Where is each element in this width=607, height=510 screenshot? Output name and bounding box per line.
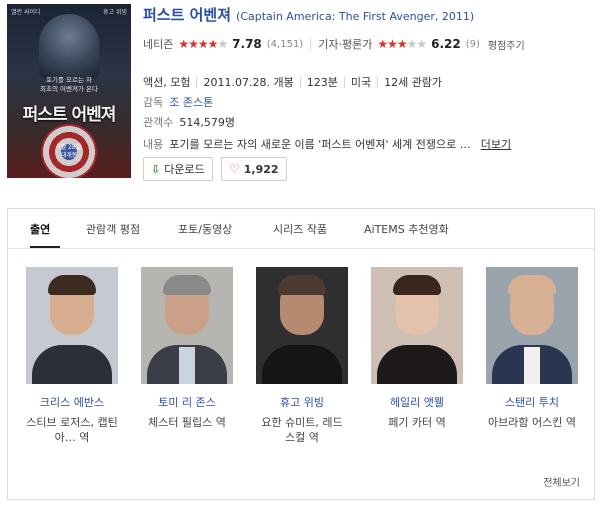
director-label: 감독 bbox=[143, 96, 164, 109]
critic-count: (9) bbox=[465, 38, 480, 50]
cast-name[interactable]: 휴고 위빙 bbox=[256, 394, 348, 410]
cast-name[interactable]: 스탠리 투치 bbox=[486, 394, 578, 410]
download-label: 다운로드 bbox=[164, 163, 205, 176]
cast-card[interactable]: 크리스 에반스 스티브 로저스, 캡틴 아… 역 bbox=[26, 267, 118, 445]
cast-card[interactable]: 휴고 위빙 요한 슈미트, 레드 스컬 역 bbox=[256, 267, 348, 445]
download-icon: ⇩ bbox=[151, 162, 161, 176]
cast-photo[interactable] bbox=[486, 267, 578, 384]
tab-series[interactable]: 시리즈 작품 bbox=[273, 221, 327, 237]
synopsis-row: 내용 포기를 모르는 자의 새로운 이름 '퍼스트 어벤져' 세계 전쟁으로 …… bbox=[143, 136, 511, 152]
movie-info: 퍼스트 어벤져 (Captain America: The First Aven… bbox=[143, 4, 599, 151]
director-row: 감독 조 존스톤 bbox=[143, 94, 213, 110]
photo-body bbox=[377, 345, 457, 384]
critic-stars: ★★★★★ bbox=[377, 37, 427, 51]
critic-rating-label: 기자·평론가 bbox=[318, 38, 373, 51]
genre[interactable]: 액션, 모험 bbox=[143, 74, 190, 90]
cast-role: 요한 슈미트, 레드 스컬 역 bbox=[261, 416, 343, 444]
photo-hair bbox=[393, 275, 441, 295]
star-empty-icon: ★ bbox=[217, 37, 228, 51]
photo-shirt bbox=[179, 347, 195, 384]
tab-audience-rating[interactable]: 관람객 평점 bbox=[86, 221, 140, 237]
photo-hair bbox=[48, 275, 96, 295]
cast-role: 체스터 필립스 역 bbox=[148, 416, 226, 429]
poster-credit-left: 앨런 싸이디 bbox=[11, 9, 41, 16]
rating-row: 네티즌 ★★★★★ 7.78 (4,151) 기자·평론가 ★★★★★ 6.22… bbox=[143, 36, 599, 52]
photo-hair bbox=[163, 275, 211, 295]
photo-hair bbox=[278, 275, 326, 295]
netizen-score: 7.78 bbox=[232, 37, 262, 51]
cast-photo[interactable] bbox=[256, 267, 348, 384]
movie-meta: 액션, 모험 2011.07.28. 개봉 123분 미국 12세 관람가 bbox=[143, 74, 442, 90]
audience-label: 관객수 bbox=[143, 116, 174, 129]
cast-panel: 출연 관람객 평점 포토/동영상 시리즈 작품 AiTEMS 추천영화 크리스 … bbox=[7, 208, 595, 500]
synopsis-more-link[interactable]: 더보기 bbox=[481, 136, 511, 152]
view-all-link[interactable]: 전체보기 bbox=[543, 474, 580, 489]
content-tabs: 출연 관람객 평점 포토/동영상 시리즈 작품 AiTEMS 추천영화 bbox=[8, 209, 594, 249]
active-tab-indicator bbox=[30, 246, 60, 248]
tab-aitems[interactable]: AiTEMS 추천영화 bbox=[364, 221, 449, 237]
cast-card[interactable]: 토미 리 존스 체스터 필립스 역 bbox=[141, 267, 233, 430]
country[interactable]: 미국 bbox=[351, 74, 371, 90]
photo-bald-head bbox=[508, 275, 556, 295]
star-empty-icon: ★★ bbox=[406, 37, 427, 51]
cast-role: 아브라함 어스킨 역 bbox=[488, 416, 576, 429]
rate-link[interactable]: 평점주기 bbox=[488, 37, 525, 52]
cast-name[interactable]: 토미 리 존스 bbox=[141, 394, 233, 410]
poster-date: 7월 28일 대개봉 bbox=[7, 144, 131, 160]
cast-card[interactable]: 헤일리 앳웰 페기 카터 역 bbox=[371, 267, 463, 430]
poster-date-2: 대개봉 bbox=[60, 152, 78, 159]
heart-icon: ♡ bbox=[229, 162, 240, 176]
critic-score: 6.22 bbox=[431, 37, 461, 51]
audience-row: 관객수 514,579명 bbox=[143, 114, 235, 130]
title-row: 퍼스트 어벤져 (Captain America: The First Aven… bbox=[143, 4, 599, 26]
synopsis-text: 포기를 모르는 자의 새로운 이름 '퍼스트 어벤져' 세계 전쟁으로 … bbox=[169, 138, 471, 151]
cast-name[interactable]: 헤일리 앳웰 bbox=[371, 394, 463, 410]
divider bbox=[196, 76, 198, 88]
star-filled-icon: ★★★★ bbox=[178, 37, 218, 51]
divider bbox=[377, 76, 379, 88]
cast-role: 페기 카터 역 bbox=[388, 416, 446, 429]
star-filled-icon: ★★★ bbox=[377, 37, 407, 51]
netizen-stars: ★★★★★ bbox=[178, 37, 228, 51]
movie-original-title: (Captain America: The First Avenger, 201… bbox=[236, 10, 475, 23]
poster-credit-right: 휴고 위빙 bbox=[103, 9, 127, 16]
poster-figure bbox=[39, 14, 99, 78]
director-name[interactable]: 조 존스톤 bbox=[169, 94, 213, 110]
cast-photo[interactable] bbox=[371, 267, 463, 384]
poster-tagline: 포기를 모르는 자 최초의 어벤져가 온다 bbox=[7, 76, 131, 94]
cast-photo[interactable] bbox=[26, 267, 118, 384]
like-button[interactable]: ♡ 1,922 bbox=[221, 157, 287, 181]
tab-photo-video[interactable]: 포토/동영상 bbox=[178, 221, 232, 237]
poster-tagline-1: 포기를 모르는 자 bbox=[46, 76, 92, 84]
divider bbox=[310, 38, 312, 50]
cast-name[interactable]: 크리스 에반스 bbox=[26, 394, 118, 410]
poster-title: 퍼스트 어벤져 bbox=[22, 105, 117, 125]
age-rating: 12세 관람가 bbox=[384, 76, 443, 89]
photo-shirt bbox=[524, 347, 540, 384]
divider bbox=[343, 76, 345, 88]
movie-title[interactable]: 퍼스트 어벤져 bbox=[143, 4, 231, 25]
synopsis-label: 내용 bbox=[143, 138, 164, 151]
photo-body bbox=[32, 345, 112, 384]
like-count: 1,922 bbox=[243, 162, 279, 176]
poster-date-1: 7월 28일 bbox=[56, 144, 82, 151]
divider bbox=[299, 76, 301, 88]
runtime: 123분 bbox=[306, 76, 338, 89]
release-date: 2011.07.28. 개봉 bbox=[203, 76, 294, 89]
netizen-count: (4,151) bbox=[266, 38, 304, 50]
movie-poster[interactable]: 앨런 싸이디 휴고 위빙 포기를 모르는 자 최초의 어벤져가 온다 퍼스트 어… bbox=[7, 4, 131, 178]
photo-body bbox=[262, 345, 342, 384]
audience-count: 514,579명 bbox=[179, 116, 235, 129]
poster-tagline-2: 최초의 어벤져가 온다 bbox=[40, 85, 98, 93]
tab-cast[interactable]: 출연 bbox=[30, 221, 50, 237]
cast-photo[interactable] bbox=[141, 267, 233, 384]
download-button[interactable]: ⇩ 다운로드 bbox=[143, 157, 213, 181]
cast-role: 스티브 로저스, 캡틴 아… 역 bbox=[26, 416, 118, 444]
cast-card[interactable]: 스탠리 투치 아브라함 어스킨 역 bbox=[486, 267, 578, 430]
netizen-rating-label: 네티즌 bbox=[143, 38, 174, 51]
